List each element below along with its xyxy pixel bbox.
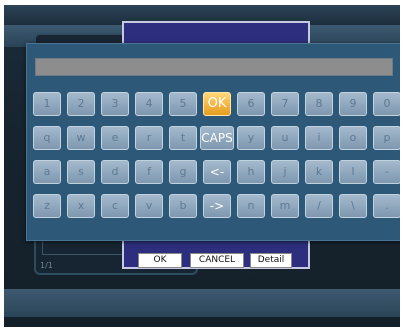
ok-button[interactable]: OK bbox=[138, 253, 182, 268]
key-g[interactable]: g bbox=[169, 160, 197, 184]
key-q[interactable]: q bbox=[33, 126, 61, 150]
key-slash[interactable]: / bbox=[305, 194, 333, 218]
key-r[interactable]: r bbox=[135, 126, 163, 150]
key-7[interactable]: 7 bbox=[271, 92, 299, 116]
bottom-band bbox=[4, 289, 400, 317]
key-8[interactable]: 8 bbox=[305, 92, 333, 116]
key-u[interactable]: u bbox=[271, 126, 299, 150]
key-w[interactable]: w bbox=[67, 126, 95, 150]
key-j[interactable]: j bbox=[271, 160, 299, 184]
key-o[interactable]: o bbox=[339, 126, 367, 150]
keyboard-text-input[interactable] bbox=[35, 58, 393, 76]
key-y[interactable]: y bbox=[237, 126, 265, 150]
key-n[interactable]: n bbox=[237, 194, 265, 218]
key-ltdash[interactable]: <- bbox=[203, 160, 231, 184]
key-p[interactable]: p bbox=[373, 126, 400, 150]
key-caps[interactable]: CAPS bbox=[200, 126, 234, 150]
key-6[interactable]: 6 bbox=[237, 92, 265, 116]
detail-button[interactable]: Detail bbox=[250, 253, 292, 268]
key-z[interactable]: z bbox=[33, 194, 61, 218]
key-x[interactable]: x bbox=[67, 194, 95, 218]
key-l[interactable]: l bbox=[339, 160, 367, 184]
key-dashgt[interactable]: -> bbox=[203, 194, 231, 218]
key-c[interactable]: c bbox=[101, 194, 129, 218]
key-3[interactable]: 3 bbox=[101, 92, 129, 116]
key-0[interactable]: 0 bbox=[373, 92, 400, 116]
key-5[interactable]: 5 bbox=[169, 92, 197, 116]
key-m[interactable]: m bbox=[271, 194, 299, 218]
key-i[interactable]: i bbox=[305, 126, 333, 150]
key-2[interactable]: 2 bbox=[67, 92, 95, 116]
cancel-button[interactable]: CANCEL bbox=[190, 253, 244, 268]
key-k[interactable]: k bbox=[305, 160, 333, 184]
key-d[interactable]: d bbox=[101, 160, 129, 184]
key-4[interactable]: 4 bbox=[135, 92, 163, 116]
key-f[interactable]: f bbox=[135, 160, 163, 184]
key-1[interactable]: 1 bbox=[33, 92, 61, 116]
page-indicator: 1/1 bbox=[40, 261, 53, 270]
key-e[interactable]: e bbox=[101, 126, 129, 150]
tv-screen: 1/1 OK CANCEL Detail 1 2 3 4 5 OK 6 7 8 9 0 q w e r t CA… bbox=[4, 5, 400, 327]
key-9[interactable]: 9 bbox=[339, 92, 367, 116]
onscreen-keyboard: 1 2 3 4 5 OK 6 7 8 9 0 q w e r t CAPS y u i o p a s d f g <- h j k l - z x… bbox=[26, 43, 400, 241]
key-dot[interactable]: . bbox=[373, 194, 400, 218]
key-s[interactable]: s bbox=[67, 160, 95, 184]
key-ok[interactable]: OK bbox=[203, 92, 231, 116]
key-a[interactable]: a bbox=[33, 160, 61, 184]
key-b[interactable]: b bbox=[169, 194, 197, 218]
key-t[interactable]: t bbox=[169, 126, 197, 150]
key-h[interactable]: h bbox=[237, 160, 265, 184]
key-dash[interactable]: - bbox=[373, 160, 400, 184]
key-v[interactable]: v bbox=[135, 194, 163, 218]
key-backslash[interactable]: \ bbox=[339, 194, 367, 218]
